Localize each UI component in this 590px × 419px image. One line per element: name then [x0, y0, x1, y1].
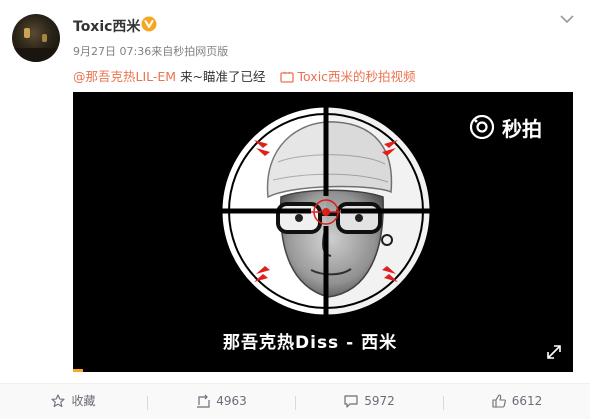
post-source[interactable]: 来自秒拍网页版 [151, 45, 228, 58]
favorite-button[interactable]: 收藏 [0, 384, 147, 419]
post-content: @那吾克热LIL-EM 来~瞄准了已经 Toxic西米的秒拍视频 [73, 66, 416, 85]
video-progress-bar[interactable] [73, 369, 83, 372]
favorite-label: 收藏 [71, 394, 96, 408]
repost-icon [197, 394, 210, 408]
fullscreen-icon[interactable] [546, 344, 562, 360]
repost-button[interactable]: 4963 [148, 384, 295, 419]
post-text: 来~瞄准了已经 [176, 69, 266, 84]
like-button[interactable]: 6612 [444, 384, 590, 419]
star-icon [51, 394, 66, 408]
video-link-icon [279, 71, 294, 83]
avatar[interactable] [12, 14, 60, 62]
comment-icon [344, 395, 358, 408]
chevron-down-icon[interactable] [558, 12, 576, 26]
video-player[interactable]: 秒拍 那吾克热Diss - 西米 [73, 92, 573, 372]
comment-button[interactable]: 5972 [296, 384, 443, 419]
avatar-detail [24, 28, 30, 38]
video-link[interactable]: Toxic西米的秒拍视频 [279, 69, 416, 84]
miaopai-logo-text: 秒拍 [502, 117, 542, 141]
repost-count: 4963 [216, 394, 247, 408]
username-link[interactable]: Toxic西米 [73, 16, 140, 36]
mention-link[interactable]: @那吾克热LIL-EM [73, 69, 176, 84]
verified-badge-icon [141, 16, 157, 32]
avatar-detail [12, 48, 60, 62]
miaopai-logo-icon [469, 115, 495, 139]
comment-count: 5972 [364, 394, 395, 408]
action-bar: 收藏 4963 5972 6612 [0, 384, 590, 419]
post-date[interactable]: 9月27日 07:36 [73, 45, 151, 58]
avatar-detail [42, 34, 47, 42]
like-count: 6612 [511, 394, 543, 408]
video-link-label: Toxic西米的秒拍视频 [297, 69, 416, 84]
video-caption: 那吾克热Diss - 西米 [223, 333, 398, 353]
post-meta: 9月27日 07:36来自秒拍网页版 [73, 43, 228, 59]
like-icon [492, 394, 506, 408]
